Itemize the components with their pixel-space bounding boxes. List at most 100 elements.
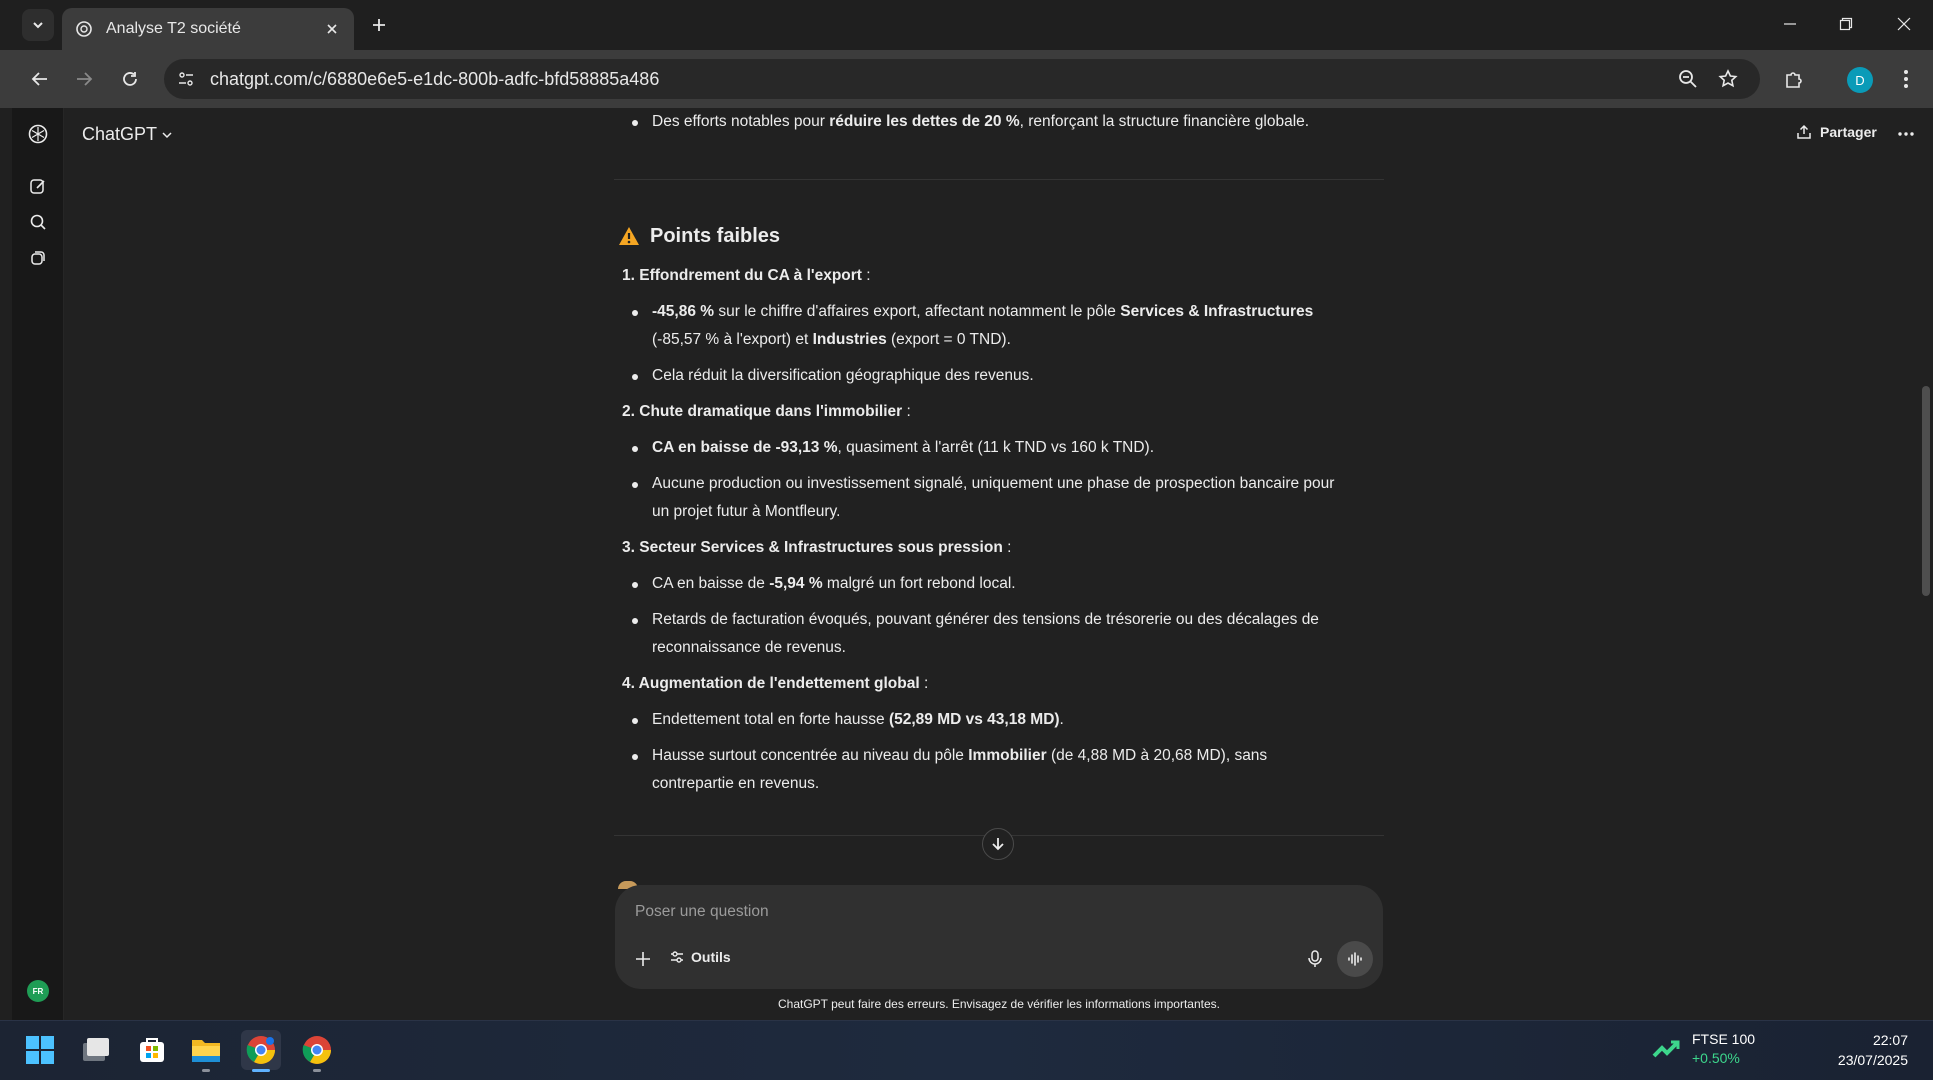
model-selector[interactable]: ChatGPT xyxy=(82,124,173,145)
running-indicator xyxy=(313,1069,321,1072)
plus-icon xyxy=(636,952,650,966)
prompt-input[interactable]: Poser une question xyxy=(635,903,769,921)
attach-button[interactable] xyxy=(631,947,655,971)
url-text[interactable]: chatgpt.com/c/6880e6e5-e1dc-800b-adfc-bf… xyxy=(210,69,659,90)
store-icon xyxy=(140,1038,164,1062)
tab-search-button[interactable] xyxy=(22,9,54,41)
extensions-button[interactable] xyxy=(1778,63,1810,95)
chat-app xyxy=(12,108,1933,1020)
new-tab-button[interactable] xyxy=(366,12,392,38)
tab-active[interactable]: Analyse T2 société xyxy=(62,8,354,50)
arrow-down-icon xyxy=(992,838,1004,851)
numbered-item-title: 3. Secteur Services & Infrastructures so… xyxy=(622,539,1012,556)
new-chat-icon[interactable] xyxy=(26,174,50,198)
section-heading: Points faibles xyxy=(618,222,780,250)
waveform-icon xyxy=(1348,952,1362,966)
bookmark-star-icon[interactable] xyxy=(1716,67,1740,91)
sidebar-rail: FR xyxy=(12,108,64,1020)
chrome-button[interactable] xyxy=(297,1030,337,1072)
section-title: Points faibles xyxy=(650,225,781,247)
chrome-icon xyxy=(246,1036,275,1064)
folder-icon xyxy=(192,1040,220,1062)
share-label: Partager xyxy=(1820,124,1877,140)
profile-avatar[interactable]: D xyxy=(1847,67,1873,93)
voice-mode-button[interactable] xyxy=(1337,941,1373,977)
language-badge[interactable]: FR xyxy=(27,980,49,1002)
list-item: -45,86 % sur le chiffre d'affaires expor… xyxy=(632,298,1352,354)
windows-logo-icon xyxy=(26,1036,54,1064)
site-info-icon[interactable] xyxy=(172,65,200,93)
stock-change: +0.50% xyxy=(1692,1050,1740,1066)
list-item: Cela réduit la diversification géographi… xyxy=(632,362,1352,390)
microphone-icon xyxy=(1308,950,1322,967)
screen: Analyse T2 société chatgpt.com/c/6880e6e… xyxy=(0,0,1933,1080)
forward-button[interactable] xyxy=(68,63,100,95)
tools-button[interactable]: Outils xyxy=(669,949,731,965)
divider xyxy=(614,179,1384,180)
sliders-icon xyxy=(671,951,683,963)
vertical-scrollbar[interactable] xyxy=(1919,108,1933,1020)
list-item: CA en baisse de -5,94 % malgré un fort r… xyxy=(632,570,1352,598)
chrome-icon xyxy=(302,1036,331,1064)
list-item: Des efforts notables pour réduire les de… xyxy=(632,108,1352,136)
plus-icon xyxy=(373,19,385,31)
library-icon[interactable] xyxy=(26,246,50,270)
close-window-button[interactable] xyxy=(1880,8,1928,40)
browser-toolbar: chatgpt.com/c/6880e6e5-e1dc-800b-adfc-bf… xyxy=(0,50,1933,108)
tab-title: Analyse T2 société xyxy=(106,20,241,37)
share-icon xyxy=(1797,124,1811,139)
dictate-button[interactable] xyxy=(1303,947,1327,971)
clock-time: 22:07 xyxy=(1872,1032,1908,1048)
search-icon[interactable] xyxy=(26,210,50,234)
chevron-down-icon xyxy=(33,22,43,29)
list-item: Endettement total en forte hausse (52,89… xyxy=(632,706,1352,734)
list-item: Retards de facturation évoqués, pouvant … xyxy=(632,606,1352,662)
close-icon xyxy=(1897,17,1911,31)
scroll-to-bottom-button[interactable] xyxy=(982,828,1014,860)
ellipsis-icon xyxy=(1898,132,1914,136)
close-tab-icon[interactable] xyxy=(322,19,342,39)
openai-logo-icon xyxy=(74,19,94,39)
zoom-icon[interactable] xyxy=(1676,67,1700,91)
reload-button[interactable] xyxy=(114,63,146,95)
minimize-icon xyxy=(1784,23,1796,25)
numbered-item-title: 4. Augmentation de l'endettement global … xyxy=(622,675,929,692)
chrome-active-button[interactable] xyxy=(241,1030,281,1072)
list-item: CA en baisse de -93,13 %, quasiment à l'… xyxy=(632,434,1352,462)
back-button[interactable] xyxy=(24,63,56,95)
running-indicator xyxy=(252,1069,270,1072)
kebab-menu-icon xyxy=(1904,70,1908,88)
share-button[interactable]: Partager xyxy=(1796,124,1877,140)
browser-tabstrip: Analyse T2 société xyxy=(0,0,1933,50)
disclaimer-text: ChatGPT peut faire des erreurs. Envisage… xyxy=(778,997,1220,1011)
task-view-icon xyxy=(83,1038,109,1061)
puzzle-icon xyxy=(1786,72,1802,88)
start-button[interactable] xyxy=(20,1030,60,1070)
stock-widget[interactable]: FTSE 100 +0.50% xyxy=(1652,1030,1755,1068)
restore-button[interactable] xyxy=(1822,8,1870,40)
warning-icon xyxy=(619,227,639,245)
message-composer[interactable]: Poser une question Outils xyxy=(615,885,1383,989)
numbered-item-title: 1. Effondrement du CA à l'export : xyxy=(622,267,871,284)
windows-taskbar xyxy=(0,1020,1933,1080)
browser-menu-button[interactable] xyxy=(1890,63,1922,95)
chevron-down-icon xyxy=(162,131,172,138)
minimize-button[interactable] xyxy=(1766,8,1814,40)
stock-name: FTSE 100 xyxy=(1692,1031,1756,1047)
scrollbar-thumb[interactable] xyxy=(1922,386,1930,596)
tools-label: Outils xyxy=(691,949,731,965)
system-clock[interactable]: 22:07 23/07/2025 xyxy=(1808,1030,1908,1070)
numbered-item-title: 2. Chute dramatique dans l'immobilier : xyxy=(622,403,911,420)
task-view-button[interactable] xyxy=(76,1030,116,1070)
file-explorer-button[interactable] xyxy=(186,1030,226,1072)
list-item: Hausse surtout concentrée au niveau du p… xyxy=(632,742,1352,798)
address-bar[interactable]: chatgpt.com/c/6880e6e5-e1dc-800b-adfc-bf… xyxy=(164,59,1760,99)
reload-icon xyxy=(123,72,137,86)
running-indicator xyxy=(202,1069,210,1072)
arrow-left-icon xyxy=(31,72,47,86)
brand-label: ChatGPT xyxy=(82,124,158,144)
openai-logo-icon[interactable] xyxy=(26,122,50,146)
stock-up-icon xyxy=(1652,1040,1680,1058)
more-options-button[interactable] xyxy=(1894,124,1918,144)
microsoft-store-button[interactable] xyxy=(132,1030,172,1070)
